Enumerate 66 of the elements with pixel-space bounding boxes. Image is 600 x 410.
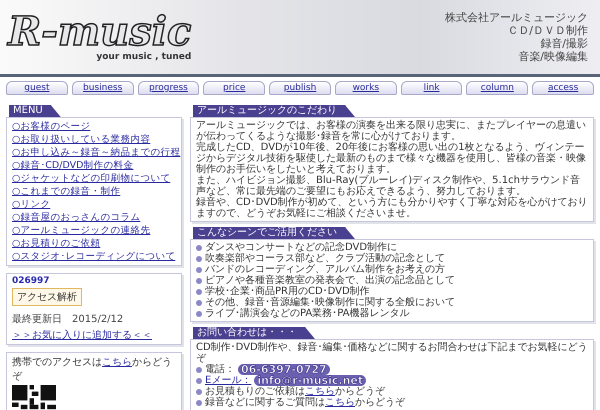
nav-tab[interactable]: progress	[138, 81, 200, 95]
menu-link[interactable]: ○スタジオ･レコーディングについて	[12, 250, 176, 263]
nav-tab[interactable]: works	[334, 81, 397, 95]
menu-link[interactable]: ○お取り扱いしている業務内容	[12, 133, 176, 146]
nav-tab[interactable]: access	[532, 81, 594, 95]
nav-tab[interactable]: publish	[269, 81, 331, 95]
bullet-icon	[196, 400, 202, 406]
bullet-icon	[196, 266, 202, 272]
list-item-text: 学校･企業･商品PR用のCD･DVD制作	[205, 286, 370, 297]
menu-link[interactable]: ○ジャケットなどの印刷物について	[12, 172, 176, 185]
visitor-counter: 026997	[12, 276, 50, 286]
email-link[interactable]: Eメール：	[205, 375, 252, 386]
list-item-text: ライブ･講演会などのPA業務･PA機器レンタル	[205, 308, 410, 319]
body-text: アールミュージックでは、お客様の演奏を出来る限り忠実に、またプレイヤーの息遣いが伝わってくるような撮影･録音を常に心がけております。	[196, 120, 587, 142]
bullet-icon	[196, 378, 202, 384]
body-text: 録音や、CD･DVD制作が初めて、という方にも分かりやすく丁寧な対応を心がけておりますので、どうぞお気軽にご相談くださいませ。	[196, 197, 588, 219]
email-address: info@r-music.net	[254, 375, 366, 386]
menu-link[interactable]: ○お客様のページ	[12, 120, 176, 133]
bullet-icon	[196, 300, 202, 306]
company-text: ＣＤ/ＤＶＤ制作	[507, 24, 588, 37]
bullet-icon	[196, 244, 202, 250]
list-item-text: その他、録音･音源編集･映像制作に関する全般において	[205, 297, 455, 308]
body-text: また、ハイビジョン撮影、Blu-Ray(ブルーレイ)ディスク制作や、5.1chサラウンド音声など、常に最先端のご要望にもお応えできるよう、努力しております。	[196, 175, 581, 197]
contact-text: 録音などに関するご質問はこちらからどうぞ	[205, 397, 405, 408]
nav-tab[interactable]: business	[72, 81, 134, 95]
here-link[interactable]: こちら	[102, 357, 132, 368]
contact-intro-text: CD制作･DVD制作や、録音･編集･価格などに関するお問合わせは下記までお気軽にどうぞ	[196, 342, 588, 364]
section-title: アールミュージックのこだわり	[190, 105, 355, 117]
list-item-text: バンドのレコーディング、アルバム制作をお考えの方	[205, 264, 445, 275]
menu-link[interactable]: ○お見積りのご依頼	[12, 237, 176, 250]
bullet-icon	[196, 310, 202, 316]
bullet-icon	[196, 388, 202, 394]
company-text: 録音/撮影	[540, 37, 588, 50]
nav-tab[interactable]: guest	[6, 81, 68, 95]
menu-title: MENU	[6, 105, 61, 117]
list-item-text: ダンスやコンサートなどの記念DVD制作に	[205, 242, 398, 253]
here-link[interactable]: こちら	[305, 386, 335, 397]
add-favorite-link[interactable]: ＞＞お気に入りに追加する＜＜	[12, 328, 152, 342]
menu-link[interactable]: ○リンク	[12, 198, 176, 211]
list-item-text: 吹奏楽部やコーラス部など、クラブ活動の記念として	[205, 253, 445, 264]
bullet-icon	[196, 366, 202, 372]
phone-number: 06-6397-0727	[238, 364, 330, 375]
bullet-icon	[196, 288, 202, 294]
bullet-icon	[196, 256, 202, 262]
nav-tab[interactable]: column	[466, 81, 528, 95]
company-text: 音楽/映像編集	[518, 50, 588, 63]
contact-text: お見積もりのご依頼はこちらからどうぞ	[205, 386, 385, 397]
menu-link[interactable]: ○アールミュージックの連絡先	[12, 224, 176, 237]
body-text: 完成したCD、DVDが10年後、20年後にお客様の思い出の1枚となるよう、ヴィンテージからデジタル技術を駆使した最新のものまで様々な機器を使用し、皆様の音楽・映像制作のお手伝いをしたいと考えております。	[196, 142, 587, 175]
bullet-icon	[196, 278, 202, 284]
company-text: 株式会社アールミュージック	[445, 11, 588, 24]
nav-tab[interactable]: link	[400, 81, 462, 95]
access-analysis-badge[interactable]: アクセス解析	[12, 288, 82, 306]
site-logo[interactable]: R-music	[8, 12, 192, 52]
section-title: こんなシーンでご活用ください	[190, 227, 355, 239]
list-item-text: ピアノや各種音楽教室の発表会で、出演の記念品として	[205, 275, 455, 286]
logo-tagline: your music , tuned	[96, 52, 192, 62]
section-title: お問い合わせは・・・	[190, 327, 315, 339]
nav-tab[interactable]: price	[203, 81, 266, 95]
menu-link[interactable]: ○録音屋のおっさんのコラム	[12, 211, 176, 224]
menu-link[interactable]: ○録音･CD/DVD制作の料金	[12, 159, 176, 172]
phone-label: 電話：	[205, 364, 235, 375]
here-link[interactable]: こちら	[325, 397, 355, 408]
menu-link[interactable]: ○これまでの録音・制作	[12, 185, 176, 198]
mobile-access-text: 携帯でのアクセスはこちらからどうぞ	[12, 356, 173, 383]
last-updated-text: 最終更新日 2015/2/12	[12, 312, 124, 326]
